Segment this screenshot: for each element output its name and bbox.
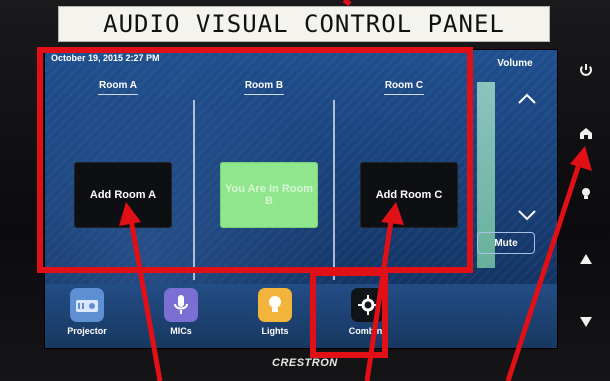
room-b-column: Room B You Are In Room B <box>195 72 333 282</box>
projector-icon <box>70 288 104 322</box>
down-button[interactable] <box>579 315 593 331</box>
room-a-column: Room A Add Room A <box>49 72 187 282</box>
rooms-panel: Room A Add Room A Room B You Are In Room… <box>49 72 467 282</box>
light-icon <box>579 188 593 204</box>
up-arrow-icon <box>579 254 593 269</box>
mute-button[interactable]: Mute <box>477 232 535 254</box>
projector-dock-button[interactable]: Projector <box>57 286 117 346</box>
home-button[interactable] <box>579 126 593 142</box>
gear-icon <box>351 288 385 322</box>
label-strip-text: AUDIO VISUAL CONTROL PANEL <box>103 10 505 38</box>
projector-label: Projector <box>67 326 107 336</box>
up-button[interactable] <box>579 252 593 268</box>
add-room-c-button[interactable]: Add Room C <box>360 162 458 228</box>
add-room-a-button[interactable]: Add Room A <box>74 162 172 228</box>
room-b-title: Room B <box>195 80 333 95</box>
power-icon <box>579 64 593 80</box>
lights-label: Lights <box>261 326 289 336</box>
chevron-down-icon <box>517 203 537 228</box>
mics-label: MICs <box>170 326 192 336</box>
mics-dock-button[interactable]: MICs <box>151 286 211 346</box>
room-c-column: Room C Add Room C <box>335 72 473 282</box>
volume-down-button[interactable] <box>503 200 551 232</box>
date-time-text: October 19, 2015 2:27 PM <box>51 53 160 63</box>
home-icon <box>579 128 593 143</box>
bottom-dock: Projector MICs Lights Combine <box>45 284 557 348</box>
combine-dock-button[interactable]: Combine <box>338 286 398 346</box>
touch-screen: October 19, 2015 2:27 PM Room A Add Room… <box>44 49 558 349</box>
av-control-panel-label-strip: AUDIO VISUAL CONTROL PANEL <box>58 6 550 42</box>
volume-title: Volume <box>497 58 533 69</box>
volume-up-button[interactable] <box>503 82 551 114</box>
power-button[interactable] <box>579 63 593 79</box>
combine-label: Combine <box>348 326 388 336</box>
current-room-b-button[interactable]: You Are In Room B <box>220 162 318 228</box>
room-a-title: Room A <box>49 80 187 95</box>
room-c-title: Room C <box>335 80 473 95</box>
lights-dock-button[interactable]: Lights <box>245 286 305 346</box>
lightbulb-icon <box>258 288 292 322</box>
touch-panel-bezel: AUDIO VISUAL CONTROL PANEL October 19, 2… <box>0 0 610 381</box>
crestron-brand: CRESTRON <box>272 357 338 369</box>
microphone-icon <box>164 288 198 322</box>
lights-side-button[interactable] <box>579 187 593 203</box>
chevron-up-icon <box>517 85 537 110</box>
down-arrow-icon <box>579 317 593 332</box>
